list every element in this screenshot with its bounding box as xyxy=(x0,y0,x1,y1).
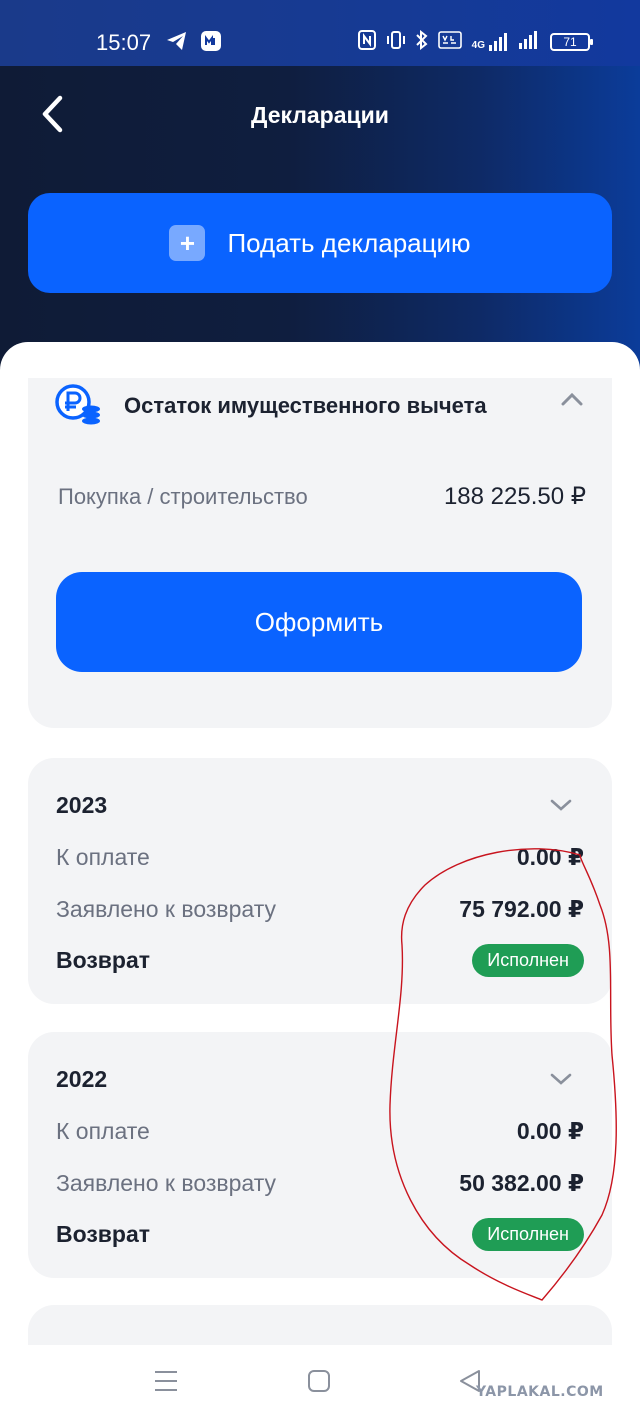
app-icon xyxy=(200,30,222,57)
year-card[interactable]: 2022 К оплате 0.00 ₽ Заявлено к возврату… xyxy=(28,1032,612,1278)
battery-level: 71 xyxy=(563,34,577,49)
status-left-icons xyxy=(166,30,222,57)
year-card[interactable]: 2023 К оплате 0.00 ₽ Заявлено к возврату… xyxy=(28,758,612,1004)
deduction-title: Остаток имущественного вычета xyxy=(124,393,487,418)
watermark: YAPLAKAL.COM xyxy=(476,1384,604,1400)
chevron-down-icon[interactable] xyxy=(550,798,572,817)
refund-label: Возврат xyxy=(56,947,151,973)
claimed-row: Заявлено к возврату 75 792.00 ₽ xyxy=(56,896,584,923)
refund-label: Возврат xyxy=(56,1221,151,1247)
apply-button[interactable]: Оформить xyxy=(56,572,582,672)
to-pay-label: К оплате xyxy=(56,844,150,870)
deduction-row-label: Покупка / строительство xyxy=(58,483,308,509)
to-pay-row: К оплате 0.00 ₽ xyxy=(56,844,584,871)
claimed-row: Заявлено к возврату 50 382.00 ₽ xyxy=(56,1170,584,1197)
volte-icon xyxy=(437,30,462,53)
year-title: 2023 xyxy=(56,792,108,818)
telegram-icon xyxy=(166,31,188,56)
property-deduction-card: Остаток имущественного вычета Покупка / … xyxy=(28,378,612,728)
refund-row: Возврат Исполнен xyxy=(56,1218,584,1251)
status-badge: Исполнен xyxy=(472,944,584,977)
to-pay-value: 0.00 ₽ xyxy=(516,844,584,870)
menu-icon[interactable] xyxy=(154,1369,178,1398)
deduction-row-amount: 188 225.50 ₽ xyxy=(443,483,586,510)
claimed-value: 75 792.00 ₽ xyxy=(459,896,584,922)
ruble-coins-icon xyxy=(54,382,102,430)
battery-icon: 71 xyxy=(550,32,593,51)
nfc-icon xyxy=(357,30,376,53)
signal-4g-icon: 4G xyxy=(472,32,508,51)
vibrate-icon xyxy=(386,31,406,52)
bluetooth-icon xyxy=(415,29,428,53)
home-icon[interactable] xyxy=(307,1369,331,1398)
claimed-value: 50 382.00 ₽ xyxy=(459,1170,584,1196)
deduction-row: Покупка / строительство 188 225.50 ₽ xyxy=(58,482,586,511)
top-app-bar: Декларации xyxy=(0,66,640,166)
plus-icon: + xyxy=(169,225,206,261)
claimed-label: Заявлено к возврату xyxy=(56,896,277,922)
chevron-down-icon[interactable] xyxy=(550,1072,572,1091)
status-badge: Исполнен xyxy=(472,1218,584,1251)
to-pay-row: К оплате 0.00 ₽ xyxy=(56,1118,584,1145)
page-title: Декларации xyxy=(251,102,389,128)
to-pay-value: 0.00 ₽ xyxy=(516,1118,584,1144)
refund-row: Возврат Исполнен xyxy=(56,944,584,977)
submit-declaration-label: Подать декларацию xyxy=(227,227,471,258)
claimed-label: Заявлено к возврату xyxy=(56,1170,277,1196)
to-pay-label: К оплате xyxy=(56,1118,150,1144)
status-bar: 15:07 4G 71 xyxy=(0,0,640,66)
chevron-up-icon[interactable] xyxy=(560,392,584,411)
year-title: 2022 xyxy=(56,1066,108,1092)
deduction-header[interactable]: Остаток имущественного вычета xyxy=(54,378,594,434)
signal-icon xyxy=(518,31,540,52)
submit-declaration-button[interactable]: + Подать декларацию xyxy=(28,193,612,293)
status-right-icons: 4G 71 xyxy=(357,29,593,53)
status-time: 15:07 xyxy=(96,30,152,55)
